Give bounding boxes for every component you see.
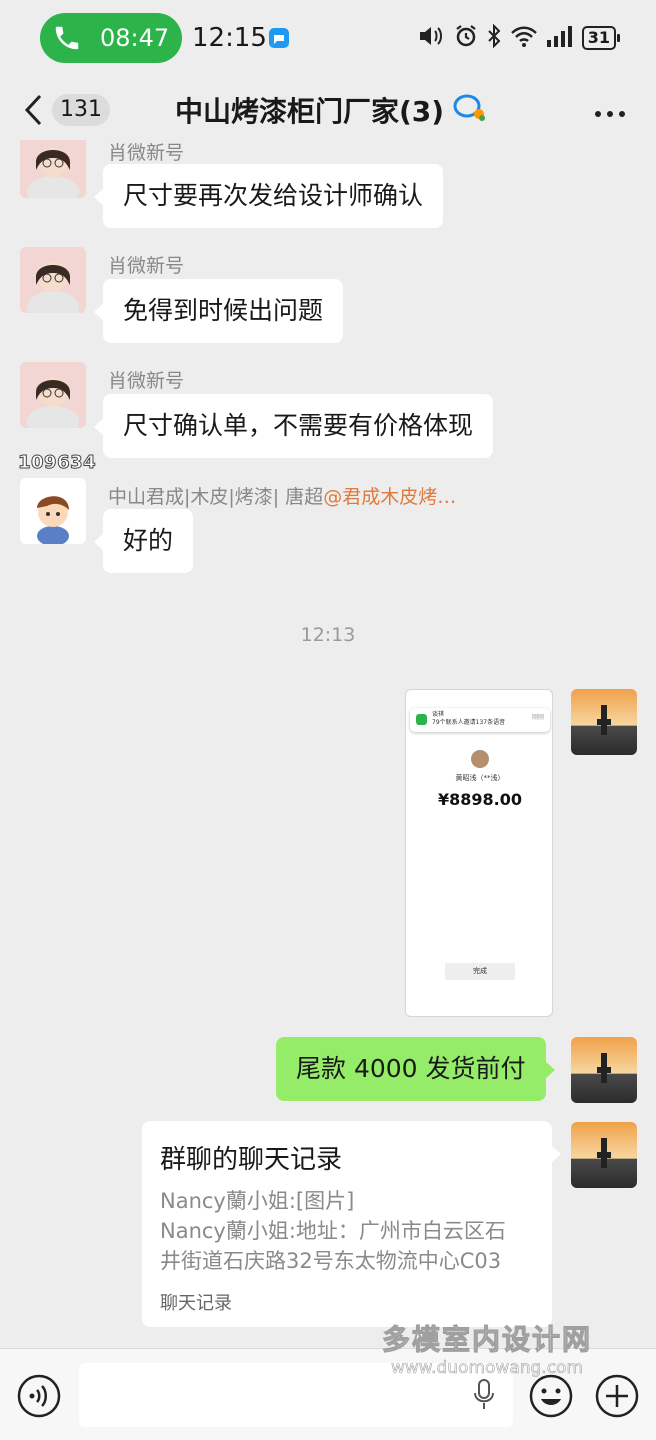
wifi-icon [510, 24, 538, 52]
card-preview-line: 井街道石庆路32号东太物流中心C03 [160, 1249, 502, 1273]
message-list[interactable]: 肖微新号 尺寸要再次发给设计师确认 肖微新号 免得到时候出问题 肖微新号 尺寸确… [0, 140, 656, 1348]
status-icons: 31 [418, 23, 621, 52]
chat-record-card[interactable]: 群聊的聊天记录 Nancy蘭小姐:[图片] Nancy蘭小姐:地址：广州市白云区… [142, 1121, 561, 1327]
battery-indicator: 31 [581, 26, 621, 50]
my-avatar[interactable] [571, 689, 637, 755]
chat-title: 中山烤漆柜门厂家(3) [175, 95, 445, 128]
message-app-icon [268, 27, 290, 53]
back-chevron-icon[interactable] [20, 92, 48, 132]
clock: 12:15 [192, 23, 267, 53]
volume-icon [418, 24, 446, 52]
input-bar [0, 1348, 656, 1440]
signal-icon [546, 24, 574, 52]
microphone-icon[interactable] [472, 1379, 496, 1415]
notification-time: 刚刚 [531, 714, 544, 721]
done-button: 完成 [445, 963, 515, 980]
time-separator: 12:13 [300, 624, 356, 646]
my-avatar[interactable] [571, 1037, 637, 1103]
card-footer: 聊天记录 [160, 1293, 232, 1314]
sender-name-text: 中山君成|木皮|烤漆| 唐超 [108, 486, 324, 508]
payment-screenshot-image[interactable]: 谈祺 79个联系人邀请137条语音 刚刚 黄昭浅（**浅） ¥8898.00 完成 [405, 689, 553, 1017]
sender-name: 肖微新号 [108, 142, 185, 164]
unread-count-badge[interactable]: 131 [52, 94, 110, 126]
wechat-icon [416, 714, 427, 725]
payer-avatar [471, 750, 489, 768]
sender-name: 肖微新号 [108, 255, 185, 277]
mention-text[interactable]: @君成木皮烤… [323, 486, 456, 508]
notification-banner: 谈祺 79个联系人邀请137条语音 刚刚 [410, 708, 550, 732]
message-bubble-outgoing[interactable]: 尾款 4000 发货前付 [276, 1037, 555, 1101]
more-icon[interactable] [594, 104, 626, 123]
sender-avatar[interactable] [20, 140, 86, 198]
sender-name: 肖微新号 [108, 370, 185, 392]
payment-amount: ¥8898.00 [437, 790, 522, 809]
card-title: 群聊的聊天记录 [160, 1145, 343, 1175]
group-chat-icon [452, 92, 488, 128]
sender-avatar[interactable] [20, 478, 86, 544]
call-duration: 08:47 [100, 24, 170, 52]
alarm-icon [454, 24, 478, 52]
message-input[interactable] [79, 1363, 513, 1427]
message-bubble[interactable]: 尺寸要再次发给设计师确认 [93, 164, 444, 228]
chat-title-group[interactable]: 中山烤漆柜门厂家(3) [175, 90, 488, 130]
card-preview-line: Nancy蘭小姐:地址：广州市白云区石 [160, 1219, 506, 1243]
message-bubble[interactable]: 好的 [93, 509, 194, 573]
card-preview-line: Nancy蘭小姐:[图片] [160, 1189, 355, 1213]
ongoing-call-pill[interactable]: 08:47 [40, 13, 182, 63]
message-bubble[interactable]: 免得到时候出问题 [93, 279, 344, 343]
chat-header: 131 中山烤漆柜门厂家(3) [0, 78, 656, 140]
notification-text: 谈祺 79个联系人邀请137条语音 [432, 711, 506, 726]
payer-name: 黄昭浅（**浅） [455, 774, 505, 782]
voice-mode-icon[interactable] [17, 1374, 61, 1422]
plus-icon[interactable] [595, 1374, 639, 1422]
my-avatar[interactable] [571, 1122, 637, 1188]
status-bar: 08:47 12:15 31 [0, 0, 656, 78]
phone-icon [52, 23, 82, 57]
sender-avatar[interactable] [20, 362, 86, 428]
emoji-icon[interactable] [529, 1374, 573, 1422]
message-bubble[interactable]: 尺寸确认单，不需要有价格体现 [93, 394, 494, 458]
overlay-id-label: 109634 [17, 452, 97, 474]
sender-name: 中山君成|木皮|烤漆| 唐超@君成木皮烤… [108, 482, 456, 509]
bluetooth-icon [486, 23, 502, 52]
sender-avatar[interactable] [20, 247, 86, 313]
